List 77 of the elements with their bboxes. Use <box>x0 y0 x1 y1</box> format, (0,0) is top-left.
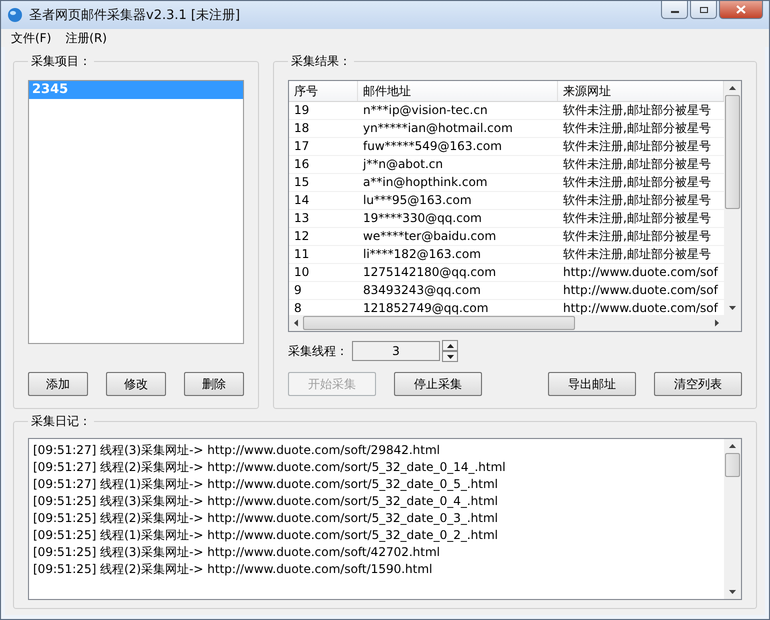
spin-up-button[interactable] <box>442 340 458 351</box>
log-line: [09:51:27] 线程(2)采集网址-> http://www.duote.com/sort/5_32_date_0_14_.html <box>33 459 507 476</box>
table-cell-text: 8 <box>293 300 303 315</box>
minimize-button[interactable] <box>661 1 688 19</box>
table-cell-text: 121852749@qq.com <box>362 300 490 315</box>
table-cell-text: 10 <box>293 264 310 281</box>
table-cell-text: lu***95@163.com <box>362 192 473 209</box>
log-line: [09:51:27] 线程(3)采集网址-> http://www.duote.com/soft/29842.html <box>33 442 442 459</box>
close-button[interactable] <box>719 1 763 19</box>
scroll-thumb[interactable] <box>725 453 740 477</box>
table-cell-text: 软件未注册,邮址部分被星号 <box>562 138 712 155</box>
table-cell-text: 83493243@qq.com <box>362 282 482 299</box>
table-cell-text: 12 <box>293 228 310 245</box>
table-cell-text: 17 <box>293 138 310 155</box>
log-line: [09:51:25] 线程(3)采集网址-> http://www.duote.com/soft/42702.html <box>33 544 442 561</box>
spin-down-button[interactable] <box>442 351 458 362</box>
table-cell-text: a**in@hopthink.com <box>362 174 488 191</box>
group-title: 采集结果： <box>290 53 352 70</box>
action-button[interactable]: 修改 <box>106 372 166 396</box>
table-cell-text: j**n@abot.cn <box>362 156 444 173</box>
column-header[interactable]: 序号 <box>289 81 358 101</box>
vertical-scrollbar[interactable] <box>724 439 741 599</box>
vertical-scrollbar[interactable] <box>724 81 741 315</box>
table-cell-text: 软件未注册,邮址部分被星号 <box>562 228 712 245</box>
log-line: [09:51:27] 线程(1)采集网址-> http://www.duote.com/sort/5_32_date_0_5_.html <box>33 476 499 493</box>
table-cell-text: n***ip@vision-tec.cn <box>362 102 489 119</box>
down-arrow-icon <box>446 354 454 358</box>
scroll-thumb[interactable] <box>725 95 740 209</box>
table-cell-text: 软件未注册,邮址部分被星号 <box>562 174 712 191</box>
table-cell-text: 11 <box>293 246 310 263</box>
table-cell-text: 13 <box>293 210 310 227</box>
maximize-button[interactable] <box>690 1 717 19</box>
table-cell-text: 1275142180@qq.com <box>362 264 498 281</box>
table-cell-text: 软件未注册,邮址部分被星号 <box>562 210 712 227</box>
table-cell-text: 19****330@qq.com <box>362 210 483 227</box>
table-cell-text: 19 <box>293 102 310 119</box>
window-title: 圣者网页邮件采集器v2.3.1 [未注册] <box>29 7 242 24</box>
action-button[interactable]: 导出邮址 <box>548 372 636 396</box>
scroll-thumb[interactable] <box>303 316 575 330</box>
table-cell-text: yn*****ian@hotmail.com <box>362 120 514 137</box>
table-cell-text: 软件未注册,邮址部分被星号 <box>562 192 712 209</box>
action-button[interactable]: 添加 <box>28 372 88 396</box>
maximize-icon <box>698 6 708 14</box>
log-line: [09:51:25] 线程(2)采集网址-> http://www.duote.com/sort/5_32_date_0_3_.html <box>33 510 499 527</box>
up-arrow-icon <box>446 344 454 348</box>
close-icon <box>736 5 746 14</box>
action-button[interactable]: 清空列表 <box>654 372 742 396</box>
horizontal-scrollbar[interactable] <box>289 315 741 331</box>
table-cell-text: 14 <box>293 192 310 209</box>
table-cell-text: 9 <box>293 282 303 299</box>
table-cell-text: 软件未注册,邮址部分被星号 <box>562 102 712 119</box>
globe-icon <box>7 7 23 23</box>
group-title: 采集项目： <box>30 53 92 70</box>
group-title: 采集日记： <box>30 413 92 430</box>
action-button[interactable]: 删除 <box>184 372 244 396</box>
table-cell-text: 18 <box>293 120 310 137</box>
table-cell-text: fuw*****549@163.com <box>362 138 503 155</box>
table-cell-text: 软件未注册,邮址部分被星号 <box>562 246 712 263</box>
table-cell-text: 16 <box>293 156 310 173</box>
column-header[interactable]: 邮件地址 <box>358 81 558 101</box>
table-cell-text: http://www.duote.com/sof <box>562 282 720 299</box>
table-cell-text: 15 <box>293 174 310 191</box>
threads-spinbox[interactable]: 3 <box>352 341 440 361</box>
column-header[interactable]: 来源网址 <box>558 81 724 101</box>
menu-item[interactable]: 文件(F) <box>11 30 52 46</box>
table-cell-text: http://www.duote.com/sof <box>562 264 720 281</box>
table-cell-text: li****182@163.com <box>362 246 482 263</box>
table-cell-text: http://www.duote.com/sof <box>562 300 720 315</box>
log-line: [09:51:25] 线程(3)采集网址-> http://www.duote.com/sort/5_32_date_0_4_.html <box>33 493 499 510</box>
table-cell-text: we****ter@baidu.com <box>362 228 498 245</box>
threads-label: 采集线程： <box>288 342 348 360</box>
action-button[interactable]: 停止采集 <box>394 372 482 396</box>
table-cell-text: 软件未注册,邮址部分被星号 <box>562 120 712 137</box>
menu-item[interactable]: 注册(R) <box>65 30 107 46</box>
table-cell-text: 软件未注册,邮址部分被星号 <box>562 156 712 173</box>
log-line: [09:51:25] 线程(2)采集网址-> http://www.duote.com/soft/1590.html <box>33 561 434 578</box>
log-line: [09:51:25] 线程(1)采集网址-> http://www.duote.com/sort/5_32_date_0_2_.html <box>33 527 499 544</box>
